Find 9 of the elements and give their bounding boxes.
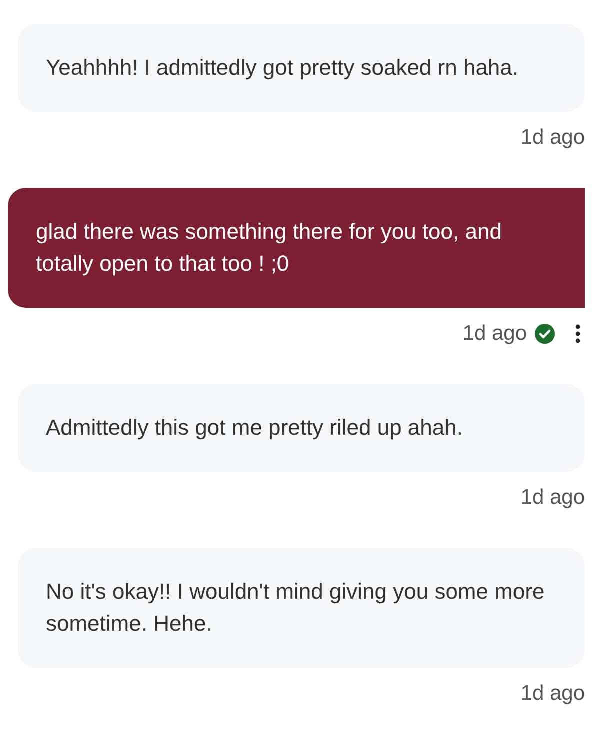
message-time: 1d ago [520, 125, 585, 151]
message-time: 1d ago [462, 321, 527, 347]
message-text: No it's okay!! I wouldn't mind giving you some more sometime. Hehe. [46, 579, 545, 636]
message-text: Admittedly this got me pretty riled up ahah. [46, 415, 463, 440]
message-time: 1d ago [520, 485, 585, 511]
message-text: glad there was something there for you too, and totally open to that too ! ;0 [36, 219, 502, 276]
message-time: 1d ago [520, 681, 585, 707]
message-text: Yeahhhh! I admittedly got pretty soaked rn haha. [46, 55, 519, 80]
more-options-icon[interactable] [575, 324, 581, 344]
